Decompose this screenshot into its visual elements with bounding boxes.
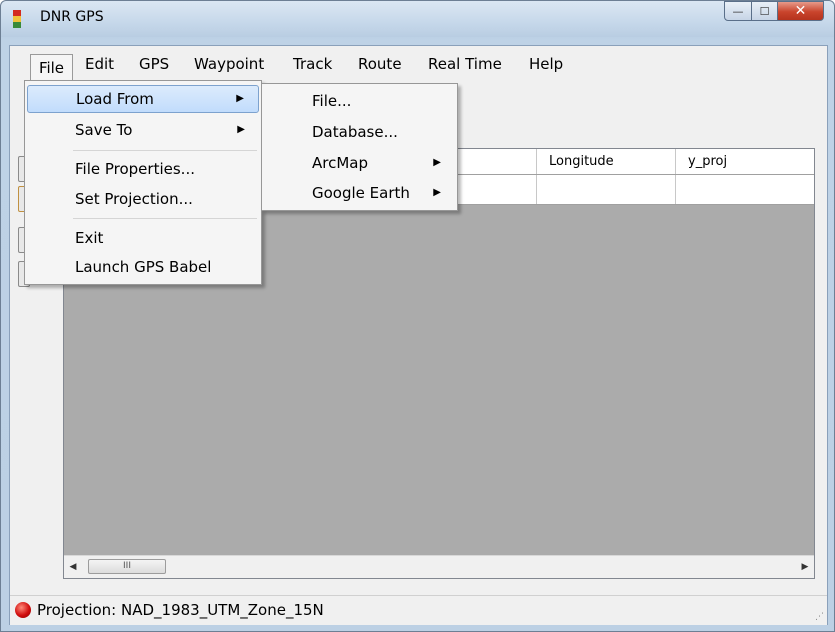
menu-item-load-file[interactable]: File... [264, 87, 455, 115]
scrollbar-thumb[interactable]: III [88, 559, 166, 574]
window-title: DNR GPS [40, 9, 104, 25]
menu-item-label: Save To [75, 121, 133, 139]
menu-real-time[interactable]: Real Time [428, 53, 502, 75]
grid-cell-y-proj[interactable] [675, 175, 814, 204]
traffic-light-app-icon[interactable] [13, 10, 21, 28]
menu-item-exit[interactable]: Exit [27, 224, 259, 252]
menu-item-google-earth[interactable]: Google Earth ▶ [264, 179, 455, 207]
status-indicator-icon [15, 602, 31, 618]
menu-item-load-database[interactable]: Database... [264, 118, 455, 146]
menu-item-label: File Properties... [75, 160, 195, 178]
menu-item-label: Load From [76, 90, 154, 108]
menu-help[interactable]: Help [529, 53, 563, 75]
menu-item-label: Set Projection... [75, 190, 193, 208]
maximize-icon: ☐ [759, 4, 770, 18]
menu-gps[interactable]: GPS [139, 53, 169, 75]
status-bar: Projection: NAD_1983_UTM_Zone_15N ⋰ [10, 595, 827, 625]
menu-item-label: Exit [75, 229, 104, 247]
minimize-icon: — [732, 4, 744, 18]
menu-item-label: ArcMap [312, 154, 369, 172]
scroll-left-icon[interactable]: ◀ [66, 560, 80, 574]
scroll-right-icon[interactable]: ▶ [798, 560, 812, 574]
menu-bar: File Edit GPS Waypoint Track Route Real … [10, 46, 827, 82]
menu-item-file-properties[interactable]: File Properties... [27, 155, 259, 183]
menu-separator [73, 218, 257, 219]
menu-edit[interactable]: Edit [85, 53, 114, 75]
menu-item-launch-gps-babel[interactable]: Launch GPS Babel [27, 253, 259, 281]
menu-item-label: Database... [312, 123, 398, 141]
resize-grip-icon[interactable]: ⋰ [815, 612, 824, 622]
column-header-longitude[interactable]: Longitude [536, 149, 675, 174]
maximize-button[interactable]: ☐ [752, 1, 778, 21]
title-bar[interactable]: DNR GPS — ☐ ✕ [1, 1, 834, 37]
menu-item-load-from[interactable]: Load From ▶ [27, 85, 259, 113]
close-icon: ✕ [794, 3, 807, 19]
menu-separator [73, 150, 257, 151]
submenu-arrow-icon: ▶ [236, 93, 244, 104]
menu-item-label: Launch GPS Babel [75, 258, 212, 276]
menu-track[interactable]: Track [293, 53, 332, 75]
submenu-arrow-icon: ▶ [433, 187, 441, 198]
menu-route[interactable]: Route [358, 53, 402, 75]
load-from-submenu: File... Database... ArcMap ▶ Google Eart… [261, 83, 458, 211]
menu-item-save-to[interactable]: Save To ▶ [27, 116, 259, 144]
menu-waypoint[interactable]: Waypoint [194, 53, 264, 75]
submenu-arrow-icon: ▶ [237, 124, 245, 135]
menu-item-set-projection[interactable]: Set Projection... [27, 185, 259, 213]
menu-item-label: File... [312, 92, 352, 110]
minimize-button[interactable]: — [724, 1, 752, 21]
menu-item-arcmap[interactable]: ArcMap ▶ [264, 149, 455, 177]
window-controls: — ☐ ✕ [724, 1, 824, 23]
submenu-arrow-icon: ▶ [433, 157, 441, 168]
file-menu: Load From ▶ Save To ▶ File Properties...… [24, 80, 262, 285]
close-button[interactable]: ✕ [778, 1, 824, 21]
column-header-y-proj[interactable]: y_proj [675, 149, 814, 174]
menu-file[interactable]: File [30, 54, 73, 82]
horizontal-scrollbar[interactable]: ◀ III ▶ [64, 555, 814, 578]
grid-cell-longitude[interactable] [536, 175, 675, 204]
projection-status: Projection: NAD_1983_UTM_Zone_15N [37, 601, 324, 619]
menu-item-label: Google Earth [312, 184, 410, 202]
